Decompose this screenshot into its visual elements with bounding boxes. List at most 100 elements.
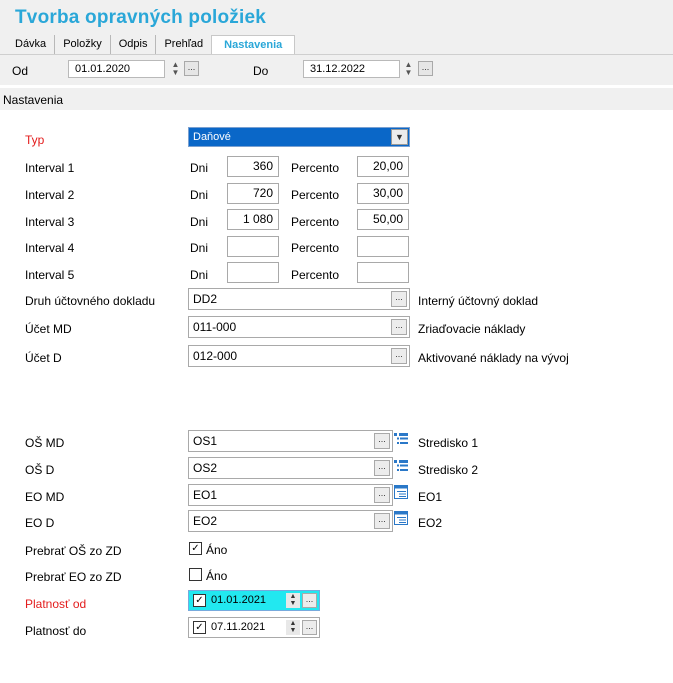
table-icon[interactable] — [394, 485, 408, 499]
os-md-label: OŠ MD — [25, 436, 65, 450]
platnost-od-date[interactable]: ✓ 01.01.2021 ▲ ▼ ... — [188, 590, 320, 611]
interval-2-label: Interval 2 — [25, 188, 75, 202]
interval-3-percent-input[interactable]: 50,00 — [357, 209, 409, 230]
platnost-do-date[interactable]: ✓ 07.11.2021 ▲ ▼ ... — [188, 617, 320, 638]
prebrat-os-label: Prebrať OŠ zo ZD — [25, 544, 122, 558]
typ-value: Daňové — [193, 131, 231, 143]
platnost-od-picker-button[interactable]: ... — [302, 593, 317, 608]
os-d-lookup-button[interactable]: ... — [374, 460, 390, 476]
interval-4-days-label: Dni — [190, 241, 209, 255]
ucet-d-input[interactable]: 012-000 ... — [188, 345, 410, 367]
interval-3-label: Interval 3 — [25, 215, 75, 229]
ucet-md-description: Zriaďovacie náklady — [418, 322, 526, 336]
eo-md-lookup-button[interactable]: ... — [374, 487, 390, 503]
to-spinner[interactable]: ▲ ▼ — [402, 60, 415, 78]
ucet-md-lookup-button[interactable]: ... — [391, 319, 407, 335]
eo-d-input[interactable]: EO2 ... — [188, 510, 393, 532]
druh-label: Druh účtovného dokladu — [25, 294, 156, 308]
eo-md-input[interactable]: EO1 ... — [188, 484, 393, 506]
platnost-do-label: Platnosť do — [25, 624, 87, 638]
eo-md-label: EO MD — [25, 490, 65, 504]
prebrat-eo-text: Áno — [206, 569, 228, 583]
interval-1-days-label: Dni — [190, 161, 209, 175]
os-md-description: Stredisko 1 — [418, 436, 479, 450]
druh-value: DD2 — [193, 292, 218, 306]
eo-md-description: EO1 — [418, 490, 443, 504]
os-md-value: OS1 — [193, 434, 218, 448]
interval-3-days-input[interactable]: 1 080 — [227, 209, 279, 230]
prebrat-os-text: Áno — [206, 543, 228, 557]
platnost-od-label: Platnosť od — [25, 597, 87, 611]
interval-2-days-input[interactable]: 720 — [227, 183, 279, 204]
from-date-input[interactable]: 01.01.2020 — [68, 60, 165, 78]
platnost-od-spinner[interactable]: ▲ ▼ — [286, 593, 300, 608]
tab-polozky[interactable]: Položky — [55, 35, 111, 54]
section-header: Nastavenia — [0, 88, 673, 110]
interval-1-percent-input[interactable]: 20,00 — [357, 156, 409, 177]
interval-2-percent-label: Percento — [291, 188, 340, 202]
ucet-d-lookup-button[interactable]: ... — [391, 348, 407, 364]
ucet-d-value: 012-000 — [193, 349, 238, 363]
platnost-do-checkbox[interactable]: ✓ — [193, 621, 206, 634]
interval-2-percent-input[interactable]: 30,00 — [357, 183, 409, 204]
os-d-label: OŠ D — [25, 463, 55, 477]
tab-nastavenia[interactable]: Nastavenia — [211, 35, 296, 54]
interval-5-percent-input[interactable] — [357, 262, 409, 283]
tab-odpis[interactable]: Odpis — [111, 35, 157, 54]
os-d-input[interactable]: OS2 ... — [188, 457, 393, 479]
interval-5-percent-label: Percento — [291, 268, 340, 282]
interval-1-days-input[interactable]: 360 — [227, 156, 279, 177]
eo-d-label: EO D — [25, 516, 55, 530]
interval-1-label: Interval 1 — [25, 161, 75, 175]
from-picker-button[interactable]: ... — [184, 61, 199, 76]
tree-list-icon[interactable] — [394, 432, 408, 446]
interval-4-percent-input[interactable] — [357, 236, 409, 257]
platnost-do-spinner[interactable]: ▲ ▼ — [286, 620, 300, 635]
to-picker-button[interactable]: ... — [418, 61, 433, 76]
platnost-do-picker-button[interactable]: ... — [302, 620, 317, 635]
eo-d-lookup-button[interactable]: ... — [374, 513, 390, 529]
prebrat-eo-checkbox[interactable] — [189, 568, 202, 581]
ucet-d-description: Aktivované náklady na vývoj — [418, 351, 569, 365]
chevron-down-icon[interactable]: ▼ — [391, 129, 408, 145]
from-spinner[interactable]: ▲ ▼ — [169, 60, 182, 78]
platnost-do-value: 07.11.2021 — [211, 621, 266, 633]
tab-prehlad[interactable]: Prehľad — [156, 35, 211, 54]
page-title: Tvorba opravných položiek — [15, 7, 266, 28]
prebrat-eo-label: Prebrať EO zo ZD — [25, 570, 122, 584]
os-d-description: Stredisko 2 — [418, 463, 479, 477]
eo-md-value: EO1 — [193, 488, 218, 502]
os-md-lookup-button[interactable]: ... — [374, 433, 390, 449]
interval-5-days-input[interactable] — [227, 262, 279, 283]
tab-davka[interactable]: Dávka — [7, 35, 56, 54]
interval-1-percent-label: Percento — [291, 161, 340, 175]
tree-list-icon[interactable] — [394, 459, 408, 473]
ucet-md-label: Účet MD — [25, 322, 72, 336]
ucet-md-input[interactable]: 011-000 ... — [188, 316, 410, 338]
druh-input[interactable]: DD2 ... — [188, 288, 410, 310]
table-icon[interactable] — [394, 511, 408, 525]
interval-2-days-label: Dni — [190, 188, 209, 202]
interval-3-days-label: Dni — [190, 215, 209, 229]
prebrat-os-checkbox[interactable]: ✓ — [189, 542, 202, 555]
interval-3-percent-label: Percento — [291, 215, 340, 229]
platnost-od-checkbox[interactable]: ✓ — [193, 594, 206, 607]
os-d-value: OS2 — [193, 461, 218, 475]
to-date-input[interactable]: 31.12.2022 — [303, 60, 400, 78]
eo-d-value: EO2 — [193, 514, 218, 528]
os-md-input[interactable]: OS1 ... — [188, 430, 393, 452]
typ-label: Typ — [25, 133, 45, 147]
to-label: Do — [253, 64, 269, 78]
title-bar: Tvorba opravných položiek Dávka Položky … — [0, 0, 673, 55]
section-title: Nastavenia — [3, 93, 64, 107]
ucet-md-value: 011-000 — [193, 320, 237, 334]
interval-4-percent-label: Percento — [291, 241, 340, 255]
interval-4-days-input[interactable] — [227, 236, 279, 257]
druh-description: Interný účtovný doklad — [418, 294, 539, 308]
eo-d-description: EO2 — [418, 516, 443, 530]
druh-lookup-button[interactable]: ... — [391, 291, 407, 307]
period-row: Od 01.01.2020 ▲ ▼ ... Do 31.12.2022 ▲ ▼ ..… — [0, 55, 673, 85]
from-label: Od — [12, 64, 29, 78]
typ-select[interactable]: Daňové ▼ — [188, 127, 410, 147]
interval-5-label: Interval 5 — [25, 268, 75, 282]
